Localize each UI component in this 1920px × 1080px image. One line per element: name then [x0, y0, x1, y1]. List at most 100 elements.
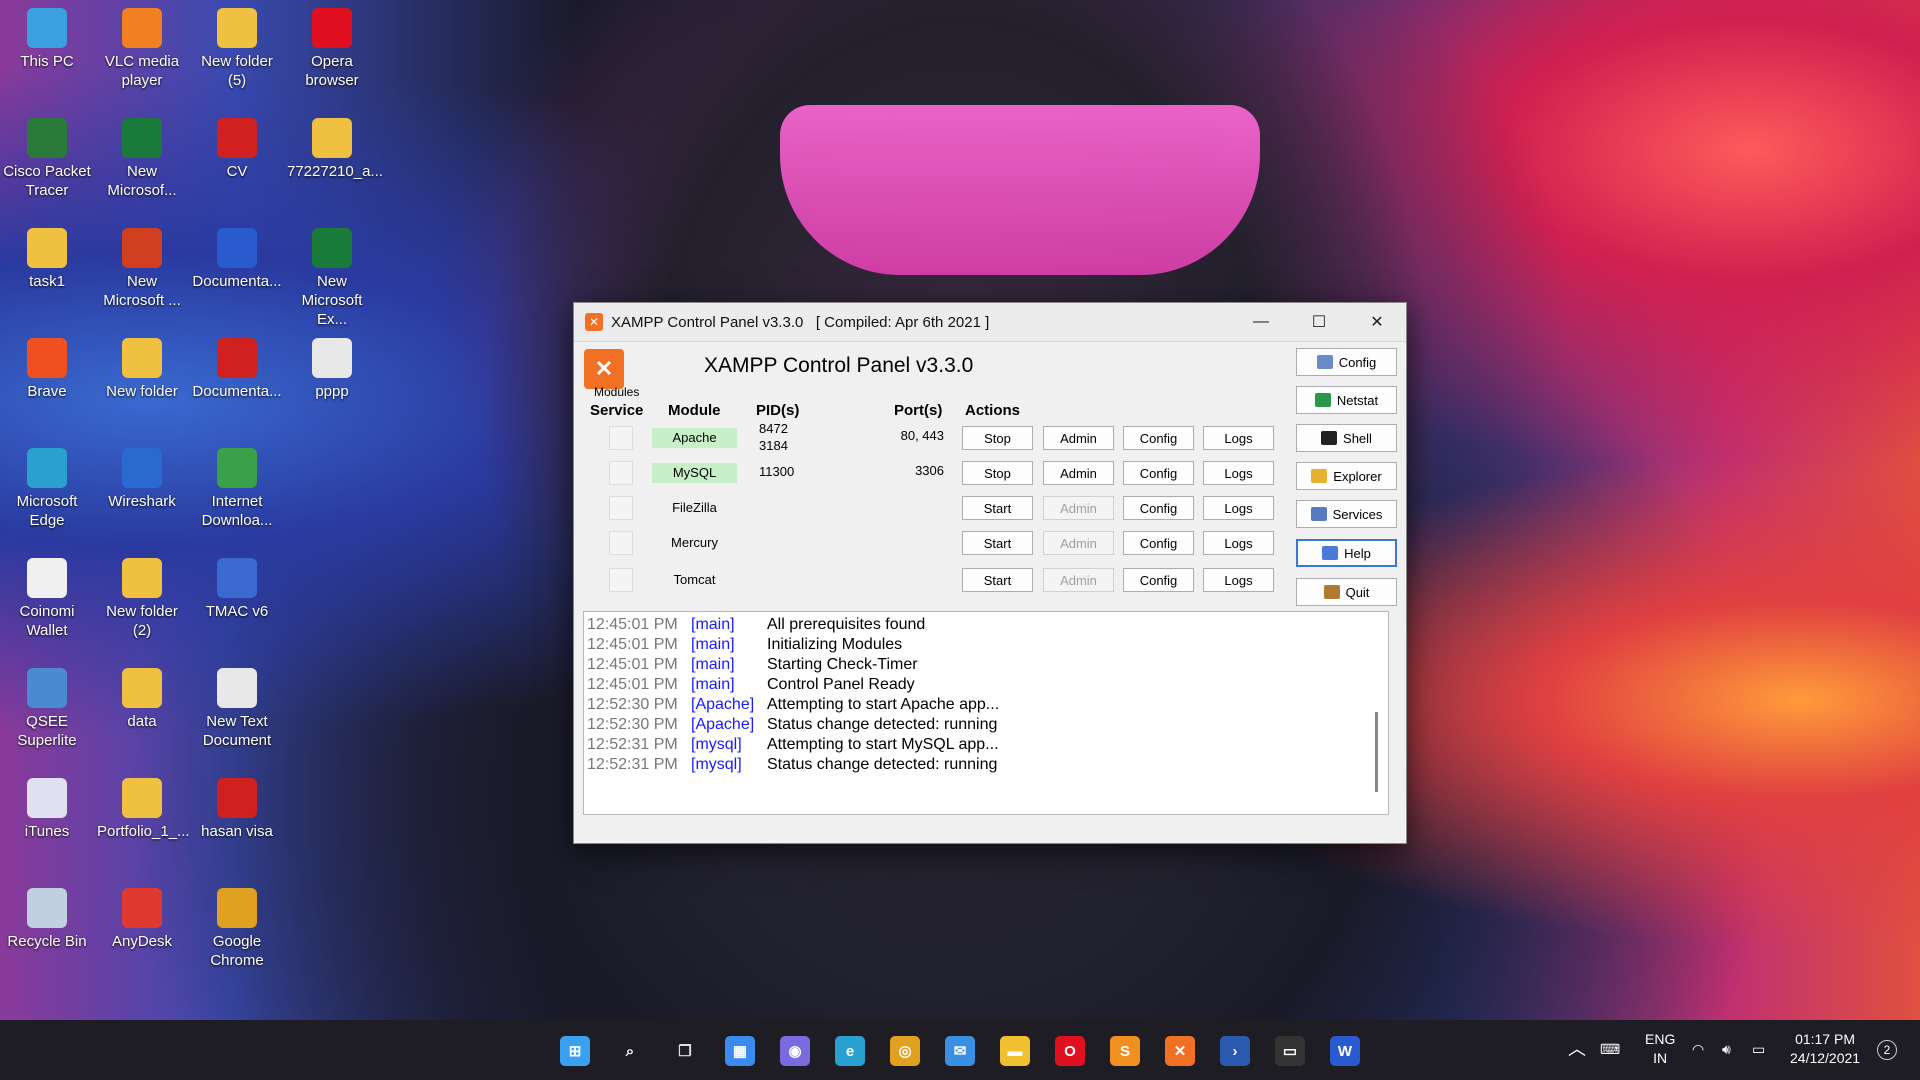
desktop-icon[interactable]: task1: [2, 228, 92, 291]
desktop-icon[interactable]: Wireshark: [97, 448, 187, 511]
admin-button[interactable]: Admin: [1043, 496, 1114, 520]
desktop-icon[interactable]: QSEE Superlite: [2, 668, 92, 750]
desktop-icon[interactable]: Cisco Packet Tracer: [2, 118, 92, 200]
wifi-icon[interactable]: ◠: [1692, 1040, 1704, 1059]
logs-button[interactable]: Logs: [1203, 531, 1274, 555]
quit-side-button[interactable]: Quit: [1296, 578, 1397, 606]
desktop-icon[interactable]: 77227210_a...: [287, 118, 383, 181]
file-explorer-icon[interactable]: ▬: [1000, 1036, 1030, 1066]
log-timestamp: 12:52:30 PM: [587, 716, 678, 733]
powershell-icon[interactable]: ›: [1220, 1036, 1250, 1066]
desktop-icon[interactable]: CV: [192, 118, 282, 181]
desktop-icon[interactable]: Recycle Bin: [2, 888, 92, 951]
log-panel[interactable]: 12:45:01 PM [main] All prerequisites found…: [583, 611, 1389, 815]
desktop-icon-label: Brave: [27, 383, 67, 400]
desktop-icon[interactable]: Opera browser: [287, 8, 377, 90]
config-side-button[interactable]: Config: [1296, 348, 1397, 376]
shell-side-button[interactable]: Shell: [1296, 424, 1397, 452]
notification-badge[interactable]: 2: [1877, 1040, 1897, 1060]
start-icon[interactable]: ⊞: [560, 1036, 590, 1066]
title-bar[interactable]: ✕ XAMPP Control Panel v3.3.0 [ Compiled:…: [574, 303, 1406, 342]
folder-icon: [1311, 469, 1328, 483]
xampp-icon[interactable]: ✕: [1165, 1036, 1195, 1066]
desktop-icon[interactable]: TMAC v6: [192, 558, 282, 621]
task-view-icon[interactable]: ❐: [670, 1036, 700, 1066]
log-source: [main]: [691, 656, 735, 673]
admin-button[interactable]: Admin: [1043, 426, 1114, 450]
desktop-icon[interactable]: Documenta...: [192, 228, 282, 291]
desktop-icon[interactable]: New folder: [97, 338, 187, 401]
admin-button[interactable]: Admin: [1043, 568, 1114, 592]
service-checkbox[interactable]: [609, 568, 633, 592]
service-checkbox[interactable]: [609, 496, 633, 520]
service-checkbox[interactable]: [609, 461, 633, 485]
stop-button[interactable]: Stop: [962, 461, 1033, 485]
admin-button[interactable]: Admin: [1043, 531, 1114, 555]
config-button[interactable]: Config: [1123, 531, 1194, 555]
terminal-icon[interactable]: ▭: [1275, 1036, 1305, 1066]
desktop-icon[interactable]: Internet Downloa...: [192, 448, 282, 530]
clock[interactable]: 01:17 PM 24/12/2021: [1790, 1030, 1860, 1068]
desktop-icon[interactable]: New folder (2): [97, 558, 187, 640]
show-hidden-icons-chevron-icon[interactable]: ︿: [1568, 1040, 1586, 1059]
computer-icon: [27, 8, 67, 48]
battery-icon[interactable]: ▭: [1752, 1040, 1765, 1059]
chrome-icon[interactable]: ◎: [890, 1036, 920, 1066]
opera-icon[interactable]: O: [1055, 1036, 1085, 1066]
desktop-icon[interactable]: Portfolio_1_...: [97, 778, 190, 841]
help-side-button[interactable]: Help: [1296, 539, 1397, 567]
logs-button[interactable]: Logs: [1203, 496, 1274, 520]
teams-chat-icon[interactable]: ◉: [780, 1036, 810, 1066]
desktop-icon-label: Wireshark: [108, 493, 176, 510]
start-button[interactable]: Start: [962, 531, 1033, 555]
desktop-icon[interactable]: Documenta...: [192, 338, 282, 401]
service-checkbox[interactable]: [609, 531, 633, 555]
desktop-icon[interactable]: New folder (5): [192, 8, 282, 90]
close-button[interactable]: ✕: [1348, 303, 1406, 341]
edge-icon[interactable]: e: [835, 1036, 865, 1066]
admin-button[interactable]: Admin: [1043, 461, 1114, 485]
desktop-icon[interactable]: New Text Document: [192, 668, 282, 750]
desktop-icon[interactable]: New Microsoft ...: [97, 228, 187, 310]
desktop-icon[interactable]: data: [97, 668, 187, 731]
maximize-button[interactable]: ☐: [1290, 303, 1348, 341]
services-side-button[interactable]: Services: [1296, 500, 1397, 528]
sublime-icon[interactable]: S: [1110, 1036, 1140, 1066]
logs-button[interactable]: Logs: [1203, 461, 1274, 485]
word-icon[interactable]: W: [1330, 1036, 1360, 1066]
desktop-icon[interactable]: Microsoft Edge: [2, 448, 92, 530]
netstat-side-button[interactable]: Netstat: [1296, 386, 1397, 414]
desktop-icon[interactable]: New Microsof...: [97, 118, 187, 200]
desktop-icon[interactable]: VLC media player: [97, 8, 187, 90]
desktop-icon[interactable]: New Microsoft Ex...: [287, 228, 377, 329]
log-scrollbar[interactable]: [1375, 712, 1378, 792]
widgets-icon[interactable]: ▦: [725, 1036, 755, 1066]
start-button[interactable]: Start: [962, 496, 1033, 520]
config-button[interactable]: Config: [1123, 426, 1194, 450]
minimize-button[interactable]: —: [1232, 303, 1290, 341]
config-button[interactable]: Config: [1123, 568, 1194, 592]
service-checkbox[interactable]: [609, 426, 633, 450]
stop-button[interactable]: Stop: [962, 426, 1033, 450]
desktop-icon[interactable]: iTunes: [2, 778, 92, 841]
desktop-icon[interactable]: pppp: [287, 338, 377, 401]
config-button[interactable]: Config: [1123, 496, 1194, 520]
folder-icon: [122, 778, 162, 818]
desktop-icon[interactable]: hasan visa: [192, 778, 282, 841]
language-indicator[interactable]: ENG IN: [1645, 1030, 1675, 1068]
desktop-icon[interactable]: AnyDesk: [97, 888, 187, 951]
desktop-icon[interactable]: This PC: [2, 8, 92, 71]
desktop-icon[interactable]: Brave: [2, 338, 92, 401]
start-button[interactable]: Start: [962, 568, 1033, 592]
explorer-side-button[interactable]: Explorer: [1296, 462, 1397, 490]
desktop-icon[interactable]: Coinomi Wallet: [2, 558, 92, 640]
volume-icon[interactable]: 🔊︎: [1722, 1040, 1731, 1059]
recycle-bin-icon: [27, 888, 67, 928]
keyboard-icon[interactable]: ⌨: [1600, 1040, 1620, 1059]
logs-button[interactable]: Logs: [1203, 426, 1274, 450]
search-icon[interactable]: ⌕: [615, 1036, 645, 1066]
mail-icon[interactable]: ✉: [945, 1036, 975, 1066]
config-button[interactable]: Config: [1123, 461, 1194, 485]
logs-button[interactable]: Logs: [1203, 568, 1274, 592]
desktop-icon[interactable]: Google Chrome: [192, 888, 282, 970]
